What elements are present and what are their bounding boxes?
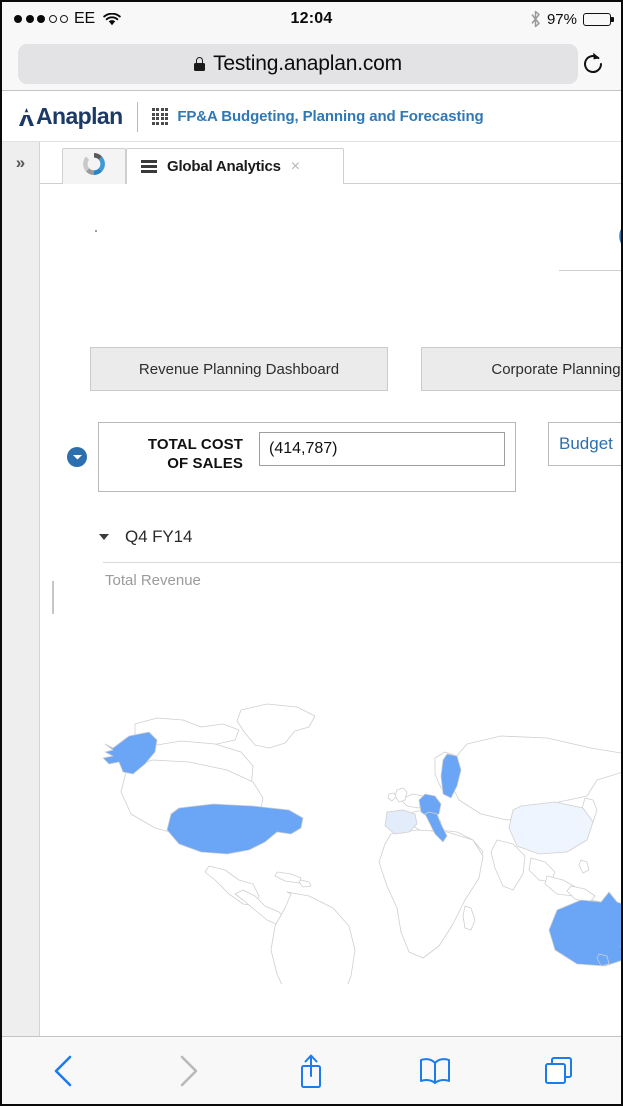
version-label: Budget — [559, 434, 613, 454]
map-region-australia — [549, 892, 621, 966]
revenue-planning-dashboard-button[interactable]: Revenue Planning Dashboard — [90, 347, 388, 391]
anaplan-circle-icon — [81, 151, 107, 182]
double-chevron-right-icon[interactable]: » — [2, 142, 40, 184]
battery-percent-label: 97% — [547, 11, 577, 28]
tab-strip: » Global Analytics × — [2, 142, 621, 184]
dashboard-nav-buttons: Revenue Planning Dashboard Corporate Pla… — [90, 347, 621, 391]
ios-status-bar: EE 12:04 97% — [2, 2, 621, 36]
reload-icon[interactable] — [579, 50, 607, 78]
lock-icon — [194, 57, 205, 71]
anaplan-app-header: Anaplan FP&A Budgeting, Planning and For… — [2, 92, 621, 142]
app-grid-icon[interactable] — [152, 108, 169, 125]
kpi-label: TOTAL COST OF SALES — [99, 432, 259, 474]
total-cost-of-sales-card: TOTAL COST OF SALES (414,787) — [98, 422, 516, 492]
device-screen: EE 12:04 97% — [0, 0, 623, 1106]
close-icon[interactable]: × — [291, 158, 300, 176]
map-region-china — [509, 802, 593, 854]
title-rule — [559, 270, 621, 271]
chevron-down-circle-icon[interactable] — [67, 447, 87, 467]
url-text: Testing.anaplan.com — [213, 52, 402, 76]
bluetooth-icon — [530, 10, 541, 28]
header-divider — [137, 102, 138, 132]
map-region-united-states — [167, 804, 303, 854]
period-label: Q4 FY14 — [125, 527, 192, 547]
workspace-title[interactable]: FP&A Budgeting, Planning and Forecasting — [177, 108, 483, 125]
safari-url-bar: Testing.anaplan.com — [2, 36, 621, 91]
caret-down-icon — [99, 534, 109, 540]
world-map[interactable] — [91, 694, 621, 984]
page-title: Glo — [618, 218, 621, 257]
share-icon[interactable] — [284, 1048, 338, 1094]
version-dropdown[interactable]: Budget — [548, 422, 621, 466]
grid-divider — [103, 562, 621, 563]
anaplan-logo[interactable]: Anaplan — [18, 103, 123, 130]
kpi-label-line1: TOTAL COST — [99, 436, 243, 455]
tab-home[interactable] — [62, 148, 126, 184]
back-chevron-icon[interactable] — [37, 1048, 91, 1094]
left-rail — [2, 184, 40, 1037]
tab-global-analytics[interactable]: Global Analytics × — [126, 148, 344, 184]
kpi-value-field[interactable]: (414,787) — [259, 432, 505, 466]
corporate-planning-button[interactable]: Corporate Planning — [421, 347, 621, 391]
hamburger-icon[interactable] — [141, 160, 157, 173]
grid-row-handle[interactable] — [52, 581, 54, 614]
kpi-row: TOTAL COST OF SALES (414,787) — [67, 422, 516, 492]
book-icon[interactable] — [408, 1048, 462, 1094]
status-right-group: 97% — [530, 10, 611, 28]
dashboard-canvas: Glo Revenue Planning Dashboard Corporate… — [41, 184, 621, 1037]
decorative-dot — [95, 230, 97, 232]
status-clock: 12:04 — [2, 10, 621, 28]
anaplan-logo-text: Anaplan — [36, 103, 123, 130]
kpi-label-line2: OF SALES — [99, 455, 243, 474]
safari-toolbar — [2, 1036, 621, 1104]
grid-column-header: Total Revenue — [105, 572, 201, 589]
period-selector[interactable]: Q4 FY14 — [99, 527, 192, 547]
address-field[interactable]: Testing.anaplan.com — [18, 44, 578, 84]
tab-label: Global Analytics — [167, 158, 281, 175]
forward-chevron-icon — [161, 1048, 215, 1094]
battery-icon — [583, 13, 611, 26]
tabs-icon[interactable] — [532, 1048, 586, 1094]
